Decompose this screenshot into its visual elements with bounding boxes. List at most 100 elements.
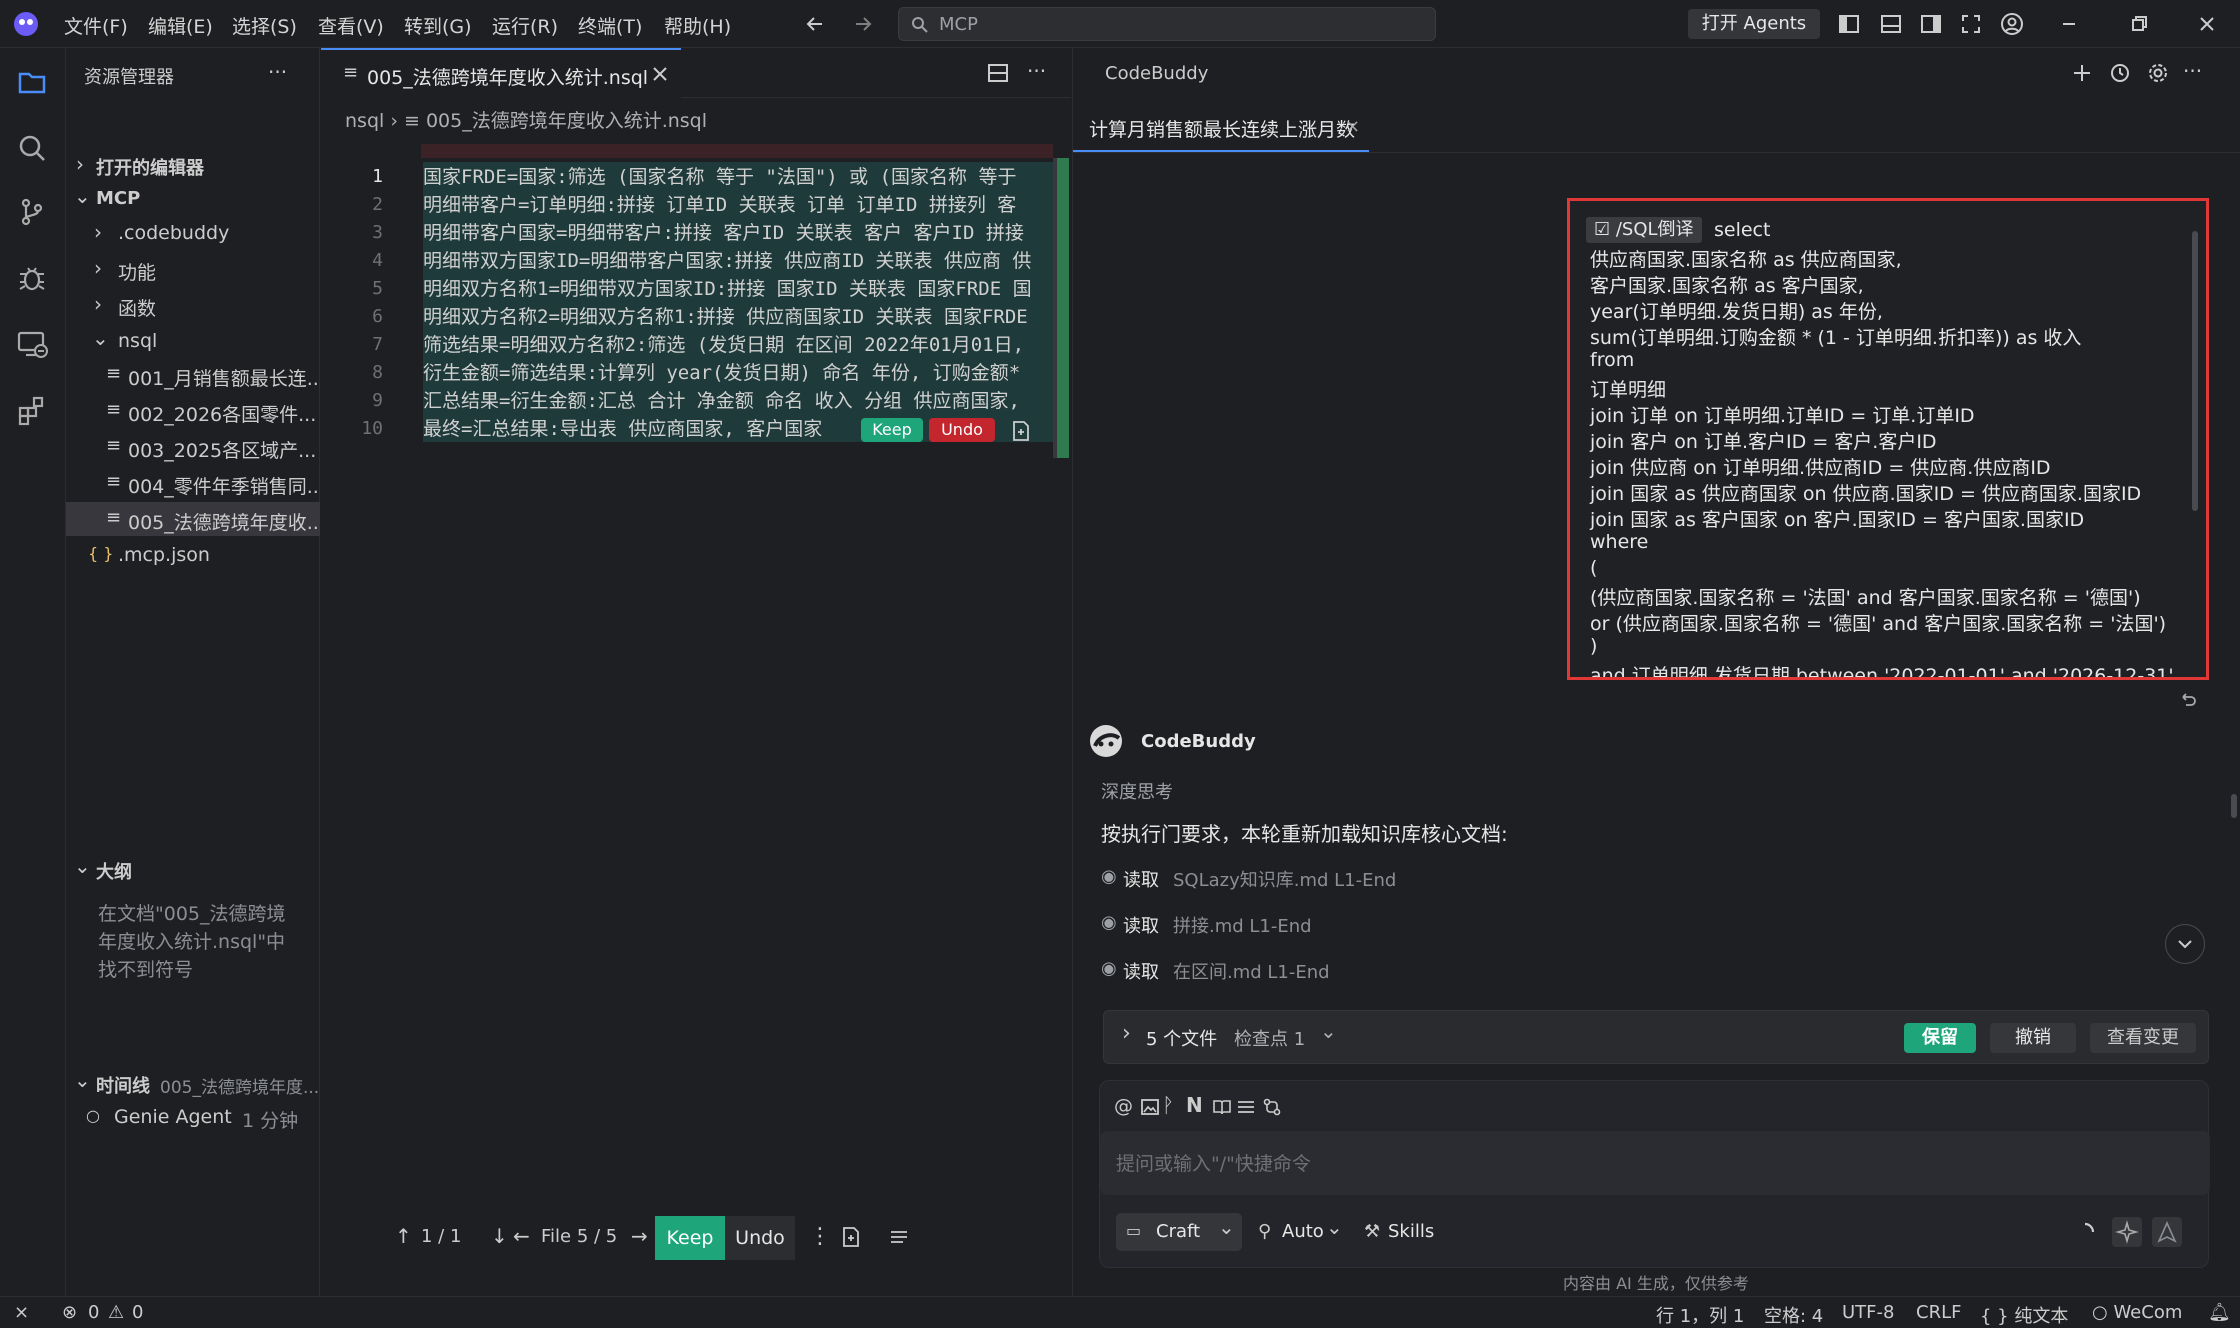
- undo-all-button[interactable]: Undo: [725, 1216, 795, 1260]
- chat-more-button[interactable]: ···: [2183, 59, 2202, 83]
- warning-count[interactable]: 0: [132, 1302, 143, 1323]
- editor-more-button[interactable]: ···: [1027, 59, 1046, 83]
- close-window-icon[interactable]: [2196, 13, 2218, 35]
- skills-button[interactable]: ⚒ Skills: [1358, 1213, 1448, 1251]
- chat-scrollbar[interactable]: [2231, 794, 2237, 818]
- file-item-002[interactable]: ≡ 002_2026各国零件...: [66, 394, 320, 428]
- folder-functions[interactable]: › 函数: [66, 288, 320, 322]
- remote-icon[interactable]: ⨯: [14, 1302, 29, 1323]
- code-line[interactable]: 明细双方名称2=明细双方名称1:拼接 供应商国家ID 关联表 国家FRDE: [423, 302, 1053, 330]
- user-sql-message[interactable]: ☑ /SQL倒译 select 供应商国家.国家名称 as 供应商国家, 客户国…: [1567, 198, 2209, 680]
- folder-codebuddy[interactable]: › .codebuddy: [66, 216, 320, 250]
- code-line[interactable]: 明细带客户国家=明细带客户:拼接 客户ID 关联表 客户 客户ID 拼接: [423, 218, 1053, 246]
- explorer-more-button[interactable]: ···: [268, 60, 287, 84]
- source-control-icon[interactable]: [16, 196, 48, 228]
- toggle-secondary-sidebar-icon[interactable]: [1920, 13, 1942, 35]
- remote-explorer-icon[interactable]: [16, 328, 48, 360]
- read-item[interactable]: ◉ 读取 SQLazy知识库.md L1-End: [1101, 864, 1701, 894]
- chat-prompt-input[interactable]: 提问或输入"/"快捷命令: [1100, 1131, 2210, 1195]
- timeline-entry[interactable]: ○ Genie Agent 1 分钟: [66, 1100, 320, 1134]
- chat-tab-active[interactable]: 计算月销售额最长连续上涨月数 ×: [1073, 102, 1369, 152]
- explorer-icon[interactable]: [16, 66, 48, 98]
- minimize-icon[interactable]: [2058, 13, 2080, 35]
- code-line[interactable]: 国家FRDE=国家:筛选 (国家名称 等于 "法国") 或 (国家名称 等于: [423, 162, 1053, 190]
- nav-more-button[interactable]: ⋮: [809, 1224, 831, 1249]
- nav-list-icon[interactable]: [889, 1228, 909, 1248]
- list-icon[interactable]: [1236, 1097, 1256, 1117]
- code-line[interactable]: 筛选结果=明细双方名称2:筛选 (发货日期 在区间 2022年01月01日,: [423, 330, 1053, 358]
- read-file[interactable]: SQLazy知识库.md L1-End: [1173, 866, 1396, 892]
- close-tab-icon[interactable]: ×: [1345, 116, 1360, 137]
- inline-keep-button[interactable]: Keep: [861, 418, 923, 442]
- file-item-mcp-json[interactable]: { } .mcp.json: [66, 538, 320, 572]
- inline-undo-button[interactable]: Undo: [929, 418, 995, 442]
- mode-dropdown[interactable]: ▭ Craft ⌄: [1116, 1213, 1242, 1251]
- split-editor-icon[interactable]: [987, 62, 1009, 84]
- folder-features[interactable]: › 功能: [66, 252, 320, 286]
- sql-scrollbar[interactable]: [2192, 231, 2198, 511]
- keep-changes-button[interactable]: 保留: [1904, 1023, 1976, 1053]
- scrollbar-track[interactable]: [1053, 158, 1057, 458]
- file-item-001[interactable]: ≡ 001_月销售额最长连...: [66, 358, 320, 392]
- menu-selection[interactable]: 选择(S): [232, 12, 297, 39]
- wecom-status[interactable]: ○ WeCom: [2092, 1302, 2182, 1323]
- breadcrumb-file[interactable]: 005_法德跨境年度收入统计.nsql: [426, 110, 707, 132]
- open-editors-section[interactable]: › 打开的编辑器: [66, 148, 320, 182]
- chevron-right-icon[interactable]: ›: [1122, 1021, 1131, 1046]
- workspace-root[interactable]: ⌄ MCP: [66, 182, 320, 216]
- arrow-right-icon[interactable]: →: [631, 1224, 648, 1248]
- open-agents-button[interactable]: 打开 Agents: [1688, 9, 1820, 39]
- folder-nsql[interactable]: ⌄ nsql: [66, 324, 320, 358]
- menu-view[interactable]: 查看(V): [318, 12, 384, 39]
- send-icon[interactable]: [2152, 1217, 2182, 1247]
- toggle-sidebar-icon[interactable]: [1838, 13, 1860, 35]
- scroll-down-button[interactable]: [2165, 924, 2205, 964]
- debug-icon[interactable]: [16, 262, 48, 294]
- arrow-down-icon[interactable]: ↓: [491, 1224, 508, 1248]
- cursor-position[interactable]: 行 1，列 1: [1656, 1302, 1744, 1328]
- menu-terminal[interactable]: 终端(T): [578, 12, 642, 39]
- read-item[interactable]: ◉ 读取 在区间.md L1-End: [1101, 956, 1701, 986]
- inline-diff-file-icon[interactable]: [1011, 420, 1031, 442]
- breadcrumb-folder[interactable]: nsql: [345, 110, 384, 132]
- code-line[interactable]: 明细带双方国家ID=明细带客户国家:拼接 供应商ID 关联表 供应商 供: [423, 246, 1053, 274]
- notion-icon[interactable]: N: [1186, 1093, 1203, 1117]
- undo-message-icon[interactable]: [2177, 688, 2199, 710]
- back-arrow-icon[interactable]: [804, 13, 826, 35]
- workflow-icon[interactable]: [1262, 1097, 1282, 1117]
- mention-icon[interactable]: @: [1114, 1095, 1133, 1117]
- code-line[interactable]: 明细带客户=订单明细:拼接 订单ID 关联表 订单 订单ID 拼接列 客: [423, 190, 1053, 218]
- search-view-icon[interactable]: [16, 132, 48, 164]
- menu-help[interactable]: 帮助(H): [664, 12, 731, 39]
- thinking-label[interactable]: 深度思考: [1101, 778, 1173, 804]
- image-icon[interactable]: [1140, 1097, 1160, 1117]
- code-line[interactable]: 明细双方名称1=明细带双方国家ID:拼接 国家ID 关联表 国家FRDE 国: [423, 274, 1053, 302]
- menu-edit[interactable]: 编辑(E): [148, 12, 213, 39]
- editor-tab-active[interactable]: ≡ 005_法德跨境年度收入统计.nsql: [321, 48, 681, 98]
- account-icon[interactable]: [2000, 12, 2024, 36]
- extensions-icon[interactable]: [16, 394, 48, 426]
- menu-run[interactable]: 运行(R): [492, 12, 558, 39]
- warning-icon[interactable]: ⚠: [108, 1302, 124, 1323]
- error-icon[interactable]: ⊗: [62, 1302, 77, 1323]
- code-line[interactable]: 衍生金额=筛选结果:计算列 year(发货日期) 命名 年份, 订购金额*: [423, 358, 1053, 386]
- read-file[interactable]: 拼接.md L1-End: [1173, 912, 1312, 938]
- outline-section[interactable]: ⌄ 大纲: [66, 852, 320, 886]
- sql-command-tag[interactable]: ☑ /SQL倒译: [1586, 217, 1702, 243]
- encoding[interactable]: UTF-8: [1842, 1302, 1894, 1323]
- file-item-005[interactable]: ≡ 005_法德跨境年度收...: [66, 502, 320, 536]
- nav-file-diff-icon[interactable]: [841, 1226, 861, 1248]
- sparkle-icon[interactable]: [2112, 1217, 2142, 1247]
- book-icon[interactable]: [1212, 1097, 1232, 1117]
- model-dropdown[interactable]: ⚲ Auto ⌄: [1252, 1213, 1348, 1251]
- checkpoint-dropdown[interactable]: 检查点 1: [1234, 1025, 1305, 1051]
- timeline-section[interactable]: ⌄ 时间线 005_法德跨境年度...: [66, 1066, 320, 1100]
- forward-arrow-icon[interactable]: [852, 13, 874, 35]
- close-tab-icon[interactable]: [651, 65, 669, 83]
- menu-goto[interactable]: 转到(G): [404, 12, 472, 39]
- restore-icon[interactable]: [2128, 13, 2150, 35]
- language-mode[interactable]: { } 纯文本: [1980, 1302, 2068, 1328]
- indent-setting[interactable]: 空格: 4: [1764, 1302, 1823, 1328]
- toggle-panel-icon[interactable]: [1880, 13, 1902, 35]
- read-file[interactable]: 在区间.md L1-End: [1173, 958, 1330, 984]
